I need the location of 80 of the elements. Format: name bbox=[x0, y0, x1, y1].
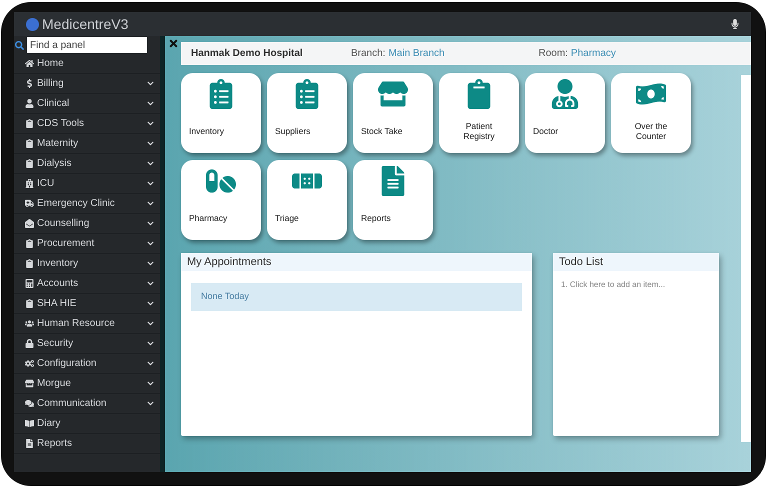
sidebar-item[interactable]: Clinical bbox=[14, 94, 160, 114]
sidebar-item[interactable]: ICU bbox=[14, 174, 160, 194]
search-field[interactable]: Find a panel bbox=[27, 37, 147, 53]
sidebar-item[interactable]: Communication bbox=[14, 394, 160, 414]
chevron-down-icon bbox=[147, 300, 154, 307]
clipboard-icon bbox=[25, 159, 34, 168]
branch-value: Main Branch bbox=[388, 47, 446, 61]
chevron-down-icon bbox=[147, 80, 154, 87]
panel-tile[interactable]: Reports bbox=[353, 160, 433, 240]
panel-tile[interactable]: Stock Take bbox=[353, 73, 433, 153]
chevron-down-icon bbox=[147, 380, 154, 387]
chevron-down-icon bbox=[147, 140, 154, 147]
app-title: MedicentreV3 bbox=[42, 14, 128, 34]
hospital-icon bbox=[25, 179, 34, 188]
store-icon bbox=[378, 79, 408, 109]
sidebar-item[interactable]: Configuration bbox=[14, 354, 160, 374]
chevron-down-icon bbox=[147, 180, 154, 187]
panel-tile[interactable]: Over the Counter bbox=[611, 73, 691, 153]
branch-label: Branch: bbox=[351, 47, 386, 61]
doctor-icon bbox=[550, 79, 580, 109]
panel-tile[interactable]: Suppliers bbox=[267, 73, 347, 153]
chevron-down-icon bbox=[147, 160, 154, 167]
clipboard-icon bbox=[25, 239, 34, 248]
empty-notice: None Today bbox=[191, 283, 522, 311]
sidebar-item[interactable]: Inventory bbox=[14, 254, 160, 274]
users-icon bbox=[25, 319, 34, 328]
panel-tile[interactable]: Triage bbox=[267, 160, 347, 240]
hospital-name: Hanmak Demo Hospital bbox=[191, 47, 304, 61]
microphone-icon[interactable] bbox=[731, 19, 739, 29]
envelope-icon bbox=[25, 219, 34, 228]
sidebar-item[interactable]: Procurement bbox=[14, 234, 160, 254]
clipboard-icon bbox=[25, 299, 34, 308]
panel-title: Todo List bbox=[559, 254, 604, 270]
panel-tile[interactable]: Doctor bbox=[525, 73, 605, 153]
todo-input[interactable]: 1. Click here to add an item... bbox=[561, 278, 711, 292]
chevron-down-icon bbox=[147, 360, 154, 367]
panel-tile[interactable]: Pharmacy bbox=[181, 160, 261, 240]
chevron-down-icon bbox=[147, 120, 154, 127]
document-icon bbox=[25, 439, 34, 448]
sidebar-item[interactable]: Security bbox=[14, 334, 160, 354]
gears-icon bbox=[25, 359, 34, 368]
sidebar-item[interactable]: Counselling bbox=[14, 214, 160, 234]
clipboard-icon bbox=[25, 119, 34, 128]
ambulance-icon bbox=[25, 199, 34, 208]
chevron-down-icon bbox=[147, 220, 154, 227]
clipboard-icon bbox=[25, 139, 34, 148]
sidebar-item[interactable]: Maternity bbox=[14, 134, 160, 154]
store-icon bbox=[25, 379, 34, 388]
sidebar-item[interactable]: Morgue bbox=[14, 374, 160, 394]
search-icon bbox=[15, 40, 24, 50]
sidebar-item[interactable]: Emergency Clinic bbox=[14, 194, 160, 214]
book-icon bbox=[25, 419, 34, 428]
dollar-icon bbox=[25, 79, 34, 88]
chevron-down-icon bbox=[147, 400, 154, 407]
panel-title: My Appointments bbox=[187, 254, 272, 270]
chat-icon bbox=[25, 399, 34, 408]
sidebar-item[interactable]: SHA HIE bbox=[14, 294, 160, 314]
close-icon[interactable] bbox=[168, 38, 179, 49]
room-value: Pharmacy bbox=[570, 47, 616, 61]
user-icon bbox=[25, 99, 34, 108]
chevron-down-icon bbox=[147, 280, 154, 287]
panel-tile[interactable]: Inventory bbox=[181, 73, 261, 153]
home-icon bbox=[25, 59, 34, 68]
chevron-down-icon bbox=[147, 100, 154, 107]
chevron-down-icon bbox=[147, 240, 154, 247]
panel-tile[interactable]: Patient Registry bbox=[439, 73, 519, 153]
sidebar-item[interactable]: CDS Tools bbox=[14, 114, 160, 134]
sidebar-item[interactable]: Accounts bbox=[14, 274, 160, 294]
sidebar-item[interactable]: Reports bbox=[14, 434, 160, 454]
chevron-down-icon bbox=[147, 340, 154, 347]
room-label: Room: bbox=[538, 47, 568, 61]
calculator-icon bbox=[25, 279, 34, 288]
lock-icon bbox=[25, 339, 34, 348]
chevron-down-icon bbox=[147, 260, 154, 267]
chevron-down-icon bbox=[147, 320, 154, 327]
chevron-down-icon bbox=[147, 200, 154, 207]
sidebar-item[interactable]: Dialysis bbox=[14, 154, 160, 174]
clipboard-icon bbox=[25, 259, 34, 268]
sidebar-item[interactable]: Diary bbox=[14, 414, 160, 434]
app-logo-icon bbox=[26, 18, 39, 30]
